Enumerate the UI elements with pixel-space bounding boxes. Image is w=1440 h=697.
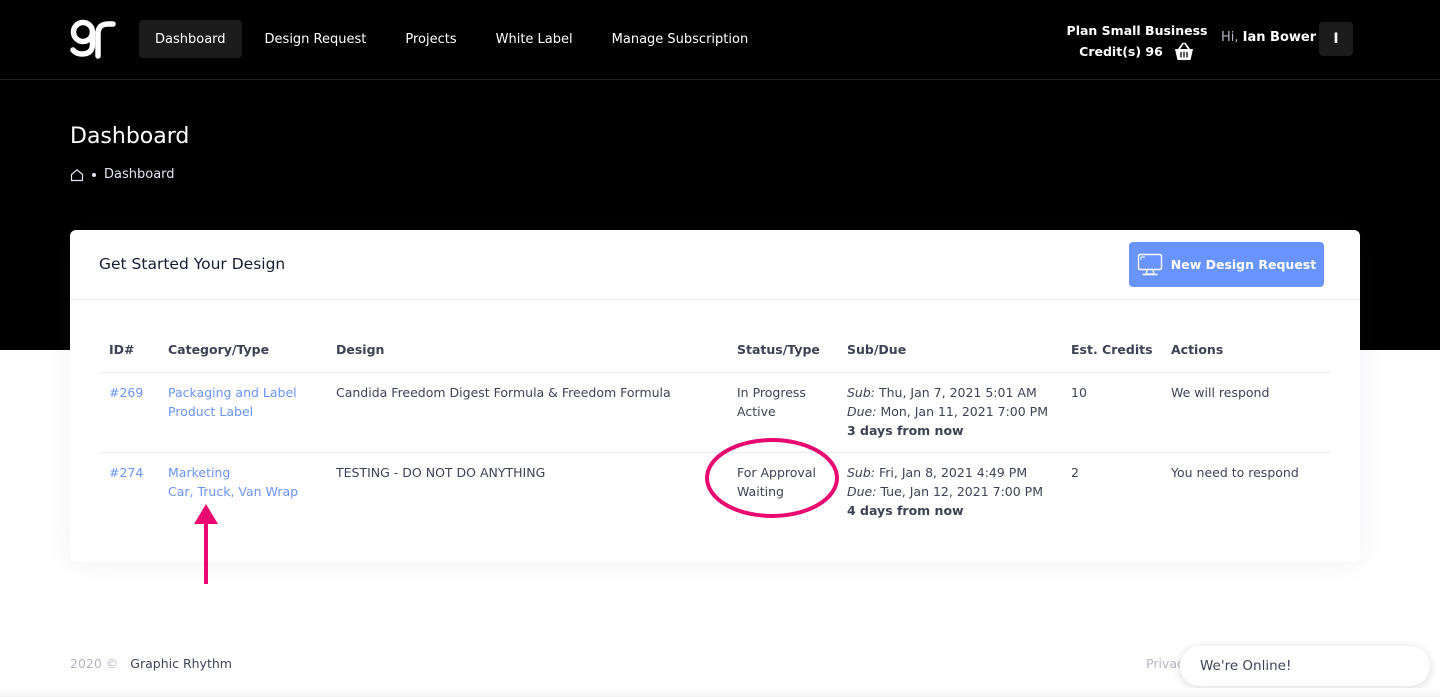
breadcrumb-current: Dashboard [104, 167, 175, 182]
submitted-date: Sub: Thu, Jan 7, 2021 5:01 AM [847, 383, 1053, 402]
footer-copyright: 2020 © Graphic Rhythm [70, 656, 232, 671]
user-name: Ian Bower [1242, 30, 1317, 45]
nav-white-label[interactable]: White Label [480, 20, 589, 58]
footer-privacy-link[interactable]: Privac [1146, 656, 1184, 671]
breadcrumb: Dashboard [70, 167, 175, 182]
due-label: Due: [847, 403, 877, 419]
footer-year: 2020 © [70, 656, 119, 671]
order-id-link[interactable]: #269 [109, 383, 150, 402]
card-title: Get Started Your Design [99, 255, 286, 273]
nav-dashboard[interactable]: Dashboard [139, 20, 242, 58]
status-label: In Progress [737, 384, 806, 400]
chat-widget-button[interactable]: We're Online! [1180, 646, 1430, 686]
breadcrumb-separator [92, 172, 96, 177]
plan-info: Plan Small Business Credit(s) 96 [1064, 20, 1210, 62]
due-relative: 3 days from now [847, 422, 964, 438]
sub-date: Thu, Jan 7, 2021 5:01 AM [879, 384, 1037, 400]
status-type: Active [737, 403, 776, 419]
top-navbar: Dashboard Design Request Projects White … [0, 0, 1440, 80]
due-date-value: Tue, Jan 12, 2021 7:00 PM [880, 483, 1043, 499]
column-header-id[interactable]: ID# [100, 328, 159, 373]
due-date: Due: Tue, Jan 12, 2021 7:00 PM [847, 482, 1053, 501]
annotation-ellipse [705, 438, 839, 518]
column-header-design[interactable]: Design [327, 328, 728, 373]
page-title: Dashboard [70, 124, 190, 149]
design-name: Candida Freedom Digest Formula & Freedom… [336, 384, 671, 400]
nav-design-request[interactable]: Design Request [249, 20, 383, 58]
chat-label: We're Online! [1200, 658, 1292, 674]
action-text: You need to respond [1171, 464, 1299, 480]
annotation-arrow-icon [194, 504, 218, 584]
column-header-category[interactable]: Category/Type [159, 328, 327, 373]
graphic-rhythm-logo[interactable] [70, 18, 116, 62]
greeting-hi: Hi, [1221, 30, 1239, 45]
basket-icon[interactable] [1173, 42, 1195, 62]
due-date-value: Mon, Jan 11, 2021 7:00 PM [880, 403, 1048, 419]
est-credits: 10 [1071, 384, 1087, 400]
table-header-row: ID# Category/Type Design Status/Type Sub… [100, 328, 1330, 373]
column-header-status[interactable]: Status/Type [728, 328, 838, 373]
type-link[interactable]: Product Label [168, 402, 318, 421]
new-design-request-button[interactable]: New Design Request [1129, 242, 1324, 287]
nav-projects[interactable]: Projects [389, 20, 472, 58]
sub-label: Sub: [847, 464, 876, 480]
column-header-sub-due[interactable]: Sub/Due [838, 328, 1062, 373]
credits-label: Credit(s) 96 [1079, 44, 1163, 59]
monitor-icon [1137, 253, 1162, 275]
order-id-link[interactable]: #274 [109, 463, 150, 482]
main-nav: Dashboard Design Request Projects White … [139, 20, 771, 58]
avatar[interactable]: I [1319, 22, 1353, 56]
column-header-actions[interactable]: Actions [1162, 328, 1330, 373]
est-credits: 2 [1071, 464, 1079, 480]
due-relative: 4 days from now [847, 502, 964, 518]
card-header: Get Started Your Design New Design Reque… [70, 230, 1360, 300]
bottom-divider [0, 688, 1440, 697]
column-header-credits[interactable]: Est. Credits [1062, 328, 1162, 373]
design-name: TESTING - DO NOT DO ANYTHING [336, 464, 546, 480]
sub-label: Sub: [847, 384, 876, 400]
submitted-date: Sub: Fri, Jan 8, 2021 4:49 PM [847, 463, 1053, 482]
sub-date: Fri, Jan 8, 2021 4:49 PM [879, 464, 1028, 480]
user-greeting[interactable]: Hi, Ian Bower [1221, 30, 1316, 45]
home-icon[interactable] [70, 168, 84, 182]
nav-manage-subscription[interactable]: Manage Subscription [596, 20, 765, 58]
action-text: We will respond [1171, 384, 1270, 400]
new-design-request-label: New Design Request [1170, 257, 1317, 272]
type-link[interactable]: Car, Truck, Van Wrap [168, 482, 318, 501]
category-link[interactable]: Marketing [168, 463, 318, 482]
category-link[interactable]: Packaging and Label [168, 383, 318, 402]
due-date: Due: Mon, Jan 11, 2021 7:00 PM [847, 402, 1053, 421]
due-label: Due: [847, 483, 877, 499]
plan-label: Plan Small Business [1066, 23, 1208, 38]
footer-brand-link[interactable]: Graphic Rhythm [130, 656, 232, 671]
